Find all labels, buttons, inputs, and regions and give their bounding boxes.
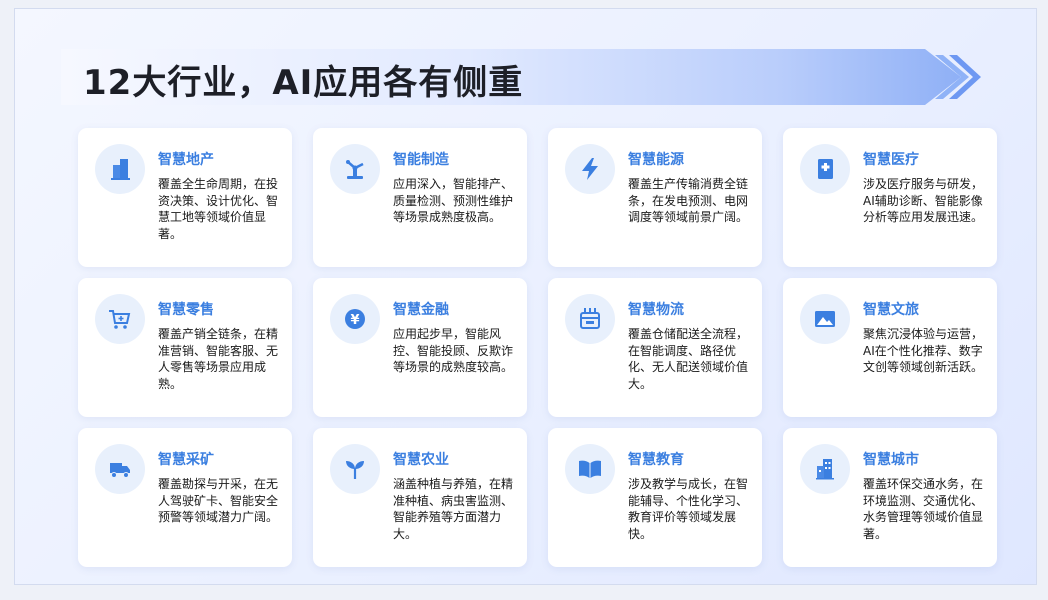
card-description: 覆盖环保交通水务，在环境监测、交通优化、水务管理等领域价值显著。 <box>863 477 984 541</box>
card-description: 覆盖全生命周期，在投资决策、设计优化、智慧工地等领域价值显著。 <box>158 177 279 241</box>
industry-card: 智慧文旅聚焦沉浸体验与运营，AI在个性化推荐、数字文创等领域创新活跃。 <box>783 278 997 417</box>
landscape-icon <box>800 294 850 344</box>
open-book-icon <box>565 444 615 494</box>
card-description: 覆盖生产传输消费全链条，在发电预测、电网调度等领域前景广阔。 <box>628 177 749 224</box>
yuan-coin-icon: ¥ <box>330 294 380 344</box>
industry-card: 智慧教育涉及教学与成长，在智能辅导、个性化学习、教育评价等领域发展快。 <box>548 428 762 567</box>
industry-card: 智能制造应用深入，智能排产、质量检测、预测性维护等场景成熟度极高。 <box>313 128 527 267</box>
lightning-icon <box>565 144 615 194</box>
package-icon <box>565 294 615 344</box>
slide: 12大行业，AI应用各有侧重 智慧地产覆盖全生命周期，在投资决策、设计优化、智慧… <box>14 8 1037 585</box>
card-title: 智慧医疗 <box>863 152 919 168</box>
card-title: 智慧金融 <box>393 302 449 318</box>
building-icon <box>95 144 145 194</box>
card-title: 智能制造 <box>393 152 449 168</box>
card-description: 应用深入，智能排产、质量检测、预测性维护等场景成熟度极高。 <box>393 177 514 224</box>
card-title: 智慧农业 <box>393 452 449 468</box>
robot-arm-icon <box>330 144 380 194</box>
industry-card: 智慧能源覆盖生产传输消费全链条，在发电预测、电网调度等领域前景广阔。 <box>548 128 762 267</box>
industry-card: 智慧零售覆盖产销全链条，在精准营销、智能客服、无人零售等场景应用成熟。 <box>78 278 292 417</box>
sprout-icon <box>330 444 380 494</box>
medical-icon <box>800 144 850 194</box>
industry-card: ¥ 智慧金融应用起步早，智能风控、智能投顾、反欺诈等场景的成熟度较高。 <box>313 278 527 417</box>
card-title: 智慧零售 <box>158 302 214 318</box>
card-description: 聚焦沉浸体验与运营，AI在个性化推荐、数字文创等领域创新活跃。 <box>863 327 984 374</box>
card-title: 智慧采矿 <box>158 452 214 468</box>
industry-card: 智慧物流覆盖仓储配送全流程，在智能调度、路径优化、无人配送领域价值大。 <box>548 278 762 417</box>
card-description: 涉及医疗服务与研发，AI辅助诊断、智能影像分析等应用发展迅速。 <box>863 177 984 224</box>
card-description: 应用起步早，智能风控、智能投顾、反欺诈等场景的成熟度较高。 <box>393 327 514 374</box>
industry-card: 智慧采矿覆盖勘探与开采，在无人驾驶矿卡、智能安全预警等领域潜力广阔。 <box>78 428 292 567</box>
svg-text:¥: ¥ <box>350 313 359 328</box>
mining-truck-icon <box>95 444 145 494</box>
card-description: 涵盖种植与养殖，在精准种植、病虫害监测、智能养殖等方面潜力大。 <box>393 477 514 541</box>
industry-card: 智慧城市覆盖环保交通水务，在环境监测、交通优化、水务管理等领域价值显著。 <box>783 428 997 567</box>
industry-card: 智慧地产覆盖全生命周期，在投资决策、设计优化、智慧工地等领域价值显著。 <box>78 128 292 267</box>
card-title: 智慧教育 <box>628 452 684 468</box>
card-description: 覆盖仓储配送全流程，在智能调度、路径优化、无人配送领域价值大。 <box>628 327 749 391</box>
industry-card: 智慧医疗涉及医疗服务与研发，AI辅助诊断、智能影像分析等应用发展迅速。 <box>783 128 997 267</box>
industry-card: 智慧农业涵盖种植与养殖，在精准种植、病虫害监测、智能养殖等方面潜力大。 <box>313 428 527 567</box>
card-description: 涉及教学与成长，在智能辅导、个性化学习、教育评价等领域发展快。 <box>628 477 749 541</box>
shopping-cart-icon <box>95 294 145 344</box>
card-title: 智慧地产 <box>158 152 214 168</box>
card-title: 智慧城市 <box>863 452 919 468</box>
card-description: 覆盖勘探与开采，在无人驾驶矿卡、智能安全预警等领域潜力广阔。 <box>158 477 279 524</box>
city-buildings-icon <box>800 444 850 494</box>
card-title: 智慧文旅 <box>863 302 919 318</box>
card-title: 智慧能源 <box>628 152 684 168</box>
title-banner: 12大行业，AI应用各有侧重 <box>61 49 981 105</box>
card-title: 智慧物流 <box>628 302 684 318</box>
card-description: 覆盖产销全链条，在精准营销、智能客服、无人零售等场景应用成熟。 <box>158 327 279 391</box>
industry-grid: 智慧地产 覆盖全生命周期，在投资决策、设计优化、智慧工地等领域价值显著。 智能制造应… <box>78 128 997 567</box>
page-title: 12大行业，AI应用各有侧重 <box>83 63 524 103</box>
chevron-right-icon <box>935 55 981 99</box>
